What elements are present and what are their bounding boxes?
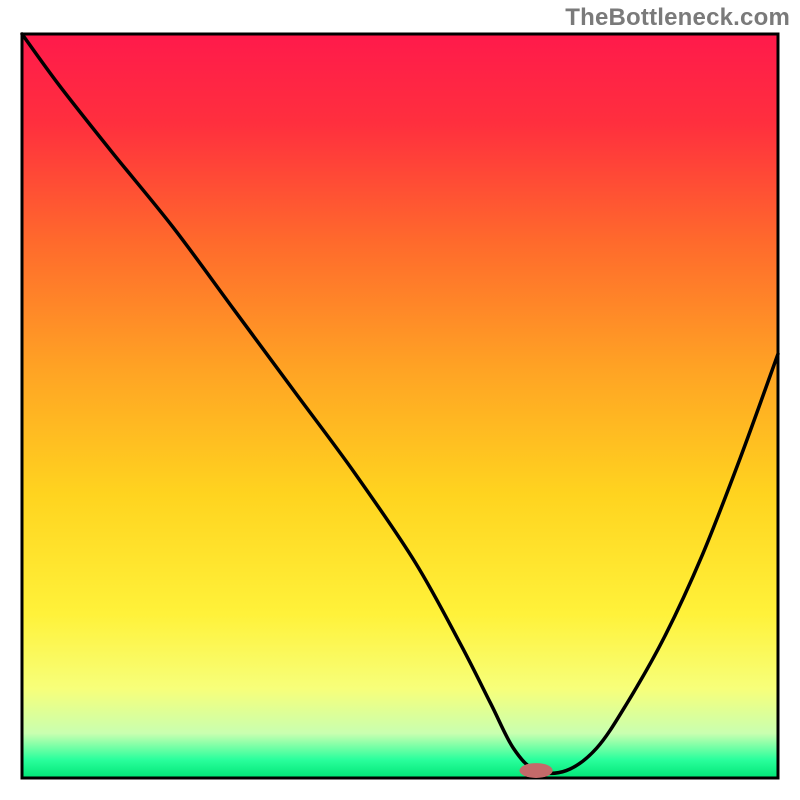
chart-background [22, 34, 778, 778]
chart-svg [20, 32, 780, 780]
chart-container: TheBottleneck.com [0, 0, 800, 800]
optimal-marker [519, 763, 552, 778]
plot-frame [20, 32, 780, 780]
watermark-text: TheBottleneck.com [565, 4, 790, 32]
